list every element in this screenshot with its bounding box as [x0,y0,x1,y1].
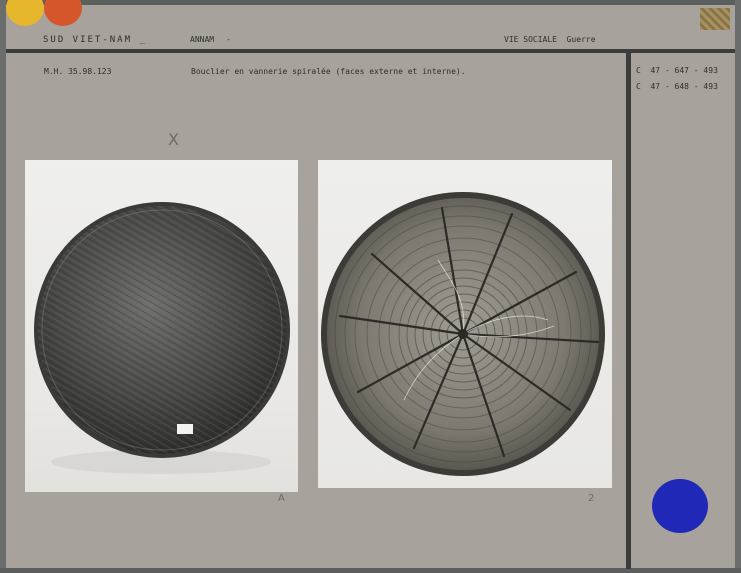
shield-external-image [34,202,290,474]
blue-color-dot [652,479,708,533]
shield-internal-image [321,192,605,476]
photo-shield-external [25,160,298,492]
negative-number-1: C 47 - 647 - 493 [636,66,718,75]
pencil-mark-x: X [168,130,179,149]
frame-right-edge [735,0,741,573]
inventory-number: M.H. 35.98.123 [44,67,112,76]
subregion-label: ANNAM [190,35,215,44]
negative-number-2: C 47 - 648 - 493 [636,82,718,91]
category-label: VIE SOCIALE Guerre [504,35,596,44]
yellow-color-dot [6,0,44,26]
pencil-mark-a: A [278,493,285,504]
frame-left-edge [0,0,6,573]
header-separator: - [226,35,231,44]
frame-top-edge [0,0,741,5]
corner-label-tag [700,8,730,30]
object-caption: Bouclier en vannerie spiralée (faces ext… [191,67,466,76]
orange-color-dot [44,0,82,26]
column-divider [626,53,631,569]
region-label: SUD VIET-NAM _ [43,35,147,45]
photo-shield-internal [318,160,612,488]
archive-card: SUD VIET-NAM _ ANNAM - VIE SOCIALE Guerr… [0,0,741,573]
pencil-mark-2: 2 [588,493,595,504]
